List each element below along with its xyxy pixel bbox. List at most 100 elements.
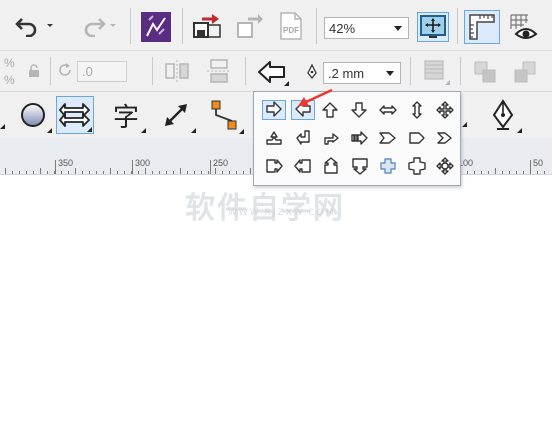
cross-rounded-icon bbox=[380, 158, 396, 174]
ruler-icon bbox=[469, 14, 495, 40]
arrow-bent-up-icon bbox=[266, 131, 282, 145]
outline-width-select[interactable]: .2 mm bbox=[323, 62, 401, 84]
ruler-tick bbox=[159, 171, 160, 174]
arrow-four-way-icon bbox=[436, 101, 454, 119]
ruler-tick bbox=[40, 168, 41, 174]
mirror-horizontal-button[interactable] bbox=[160, 57, 194, 85]
ruler-tick bbox=[481, 171, 482, 174]
redo-icon bbox=[84, 18, 106, 37]
flyout-corner-indicator bbox=[47, 128, 52, 133]
ruler-tick bbox=[215, 168, 216, 174]
more-tools-button[interactable] bbox=[538, 101, 552, 129]
wrap-text-button[interactable] bbox=[418, 55, 452, 87]
ruler-tick bbox=[89, 171, 90, 174]
ruler-tick bbox=[187, 171, 188, 174]
arrowhead-arrow-up-down[interactable] bbox=[405, 100, 429, 120]
text-tool-button[interactable]: 字 bbox=[106, 97, 146, 133]
ruler-tick bbox=[488, 171, 489, 174]
import-button[interactable] bbox=[190, 10, 224, 42]
ellipse-tool-button[interactable] bbox=[14, 97, 52, 133]
separator bbox=[245, 57, 246, 85]
ruler-tick bbox=[5, 168, 6, 174]
ruler-tick bbox=[19, 171, 20, 174]
export-button[interactable] bbox=[232, 10, 266, 42]
arrow-down-outline-icon bbox=[351, 102, 367, 118]
separator bbox=[316, 8, 317, 44]
outline-pen-icon bbox=[307, 64, 317, 80]
arrowhead-cross-octagon[interactable] bbox=[405, 156, 429, 176]
ruler-tick bbox=[243, 171, 244, 174]
ruler-tick bbox=[194, 171, 195, 174]
show-grid-button[interactable] bbox=[506, 10, 540, 44]
arrowhead-cross-rounded[interactable] bbox=[376, 156, 400, 176]
ruler-tick bbox=[180, 168, 181, 174]
callout-up-icon bbox=[324, 157, 338, 174]
mirror-vertical-button[interactable] bbox=[202, 57, 236, 85]
arrow-shapes-icon bbox=[59, 103, 90, 127]
outline-pen-tool-button[interactable] bbox=[484, 97, 522, 133]
arrowhead-cross-arrows[interactable] bbox=[433, 156, 457, 176]
ruler-label: 300 bbox=[135, 158, 151, 168]
callout-down-icon bbox=[352, 158, 368, 175]
watermark-text: 软件自学网 bbox=[185, 191, 345, 226]
arrowhead-arrow-bent-right-up[interactable] bbox=[319, 128, 343, 148]
ruler-tick bbox=[152, 171, 153, 174]
publish-pdf-button[interactable]: PDF bbox=[274, 10, 308, 42]
flyout-corner-indicator bbox=[141, 128, 146, 133]
chevron-down-icon bbox=[386, 71, 394, 76]
full-screen-preview-button[interactable] bbox=[417, 12, 449, 42]
dimension-tool-button[interactable] bbox=[156, 97, 196, 133]
ruler-tick bbox=[509, 171, 510, 174]
text-tool-glyph: 字 bbox=[112, 102, 139, 133]
cross-octagon-icon bbox=[408, 157, 426, 175]
rotation-angle-input[interactable]: .0 bbox=[77, 61, 127, 82]
arrowhead-callout-down[interactable] bbox=[348, 156, 372, 176]
undo-button[interactable] bbox=[14, 13, 54, 39]
arrow-up-down-icon bbox=[412, 101, 422, 119]
ruler-tick bbox=[103, 171, 104, 174]
redo-button[interactable] bbox=[74, 13, 120, 39]
flyout-corner-indicator bbox=[191, 128, 196, 133]
app-launcher-button[interactable] bbox=[140, 11, 172, 43]
zoom-level-value: 42% bbox=[329, 20, 356, 36]
arrowhead-arrow-chevron-notch[interactable] bbox=[376, 128, 400, 148]
arrowhead-arrow-left-right[interactable] bbox=[376, 100, 400, 120]
basic-shapes-tool-button[interactable] bbox=[56, 96, 94, 134]
to-back-button[interactable] bbox=[508, 57, 542, 87]
zoom-level-select[interactable]: 42% bbox=[324, 17, 409, 39]
ruler-tick bbox=[110, 168, 111, 174]
to-front-button[interactable] bbox=[468, 57, 502, 87]
arrowhead-callout-right[interactable] bbox=[262, 156, 286, 176]
start-arrowhead-selector[interactable] bbox=[253, 56, 291, 88]
lock-ratio-button[interactable] bbox=[26, 63, 42, 79]
ruler-tick bbox=[236, 171, 237, 174]
separator bbox=[182, 8, 183, 44]
ruler-tick bbox=[96, 171, 97, 174]
ruler-tick bbox=[250, 168, 251, 174]
ruler-label: 250 bbox=[213, 158, 229, 168]
flyout-corner-indicator bbox=[0, 124, 5, 129]
arrowhead-arrow-down-outline[interactable] bbox=[348, 100, 372, 120]
arrowhead-arrow-striped-right[interactable] bbox=[348, 128, 372, 148]
show-rulers-button[interactable] bbox=[464, 10, 500, 44]
ruler-tick bbox=[474, 171, 475, 174]
dimension-icon bbox=[165, 104, 187, 126]
standard-toolbar: PDF 42% bbox=[0, 0, 552, 51]
separator bbox=[460, 57, 461, 85]
ruler-tick bbox=[229, 171, 230, 174]
arrowhead-arrow-pentagon[interactable] bbox=[405, 128, 429, 148]
arrowhead-arrow-chevron[interactable] bbox=[433, 128, 457, 148]
arrowhead-arrow-bent-left-up[interactable] bbox=[291, 128, 315, 148]
arrowhead-callout-up[interactable] bbox=[319, 156, 343, 176]
ruler-tick bbox=[117, 171, 118, 174]
arrowhead-arrow-right-outline[interactable] bbox=[262, 100, 286, 120]
mirror-vertical-icon bbox=[207, 59, 231, 83]
arrowhead-arrow-four-way[interactable] bbox=[433, 100, 457, 120]
connector-tool-button[interactable] bbox=[204, 96, 244, 134]
scale-x-percent: % bbox=[4, 56, 15, 70]
arrowhead-arrow-bent-up[interactable] bbox=[262, 128, 286, 148]
ruler-tick bbox=[138, 171, 139, 174]
arrowhead-flyout bbox=[253, 91, 461, 186]
arrowhead-callout-left[interactable] bbox=[291, 156, 315, 176]
chevron-down-icon bbox=[110, 24, 116, 27]
